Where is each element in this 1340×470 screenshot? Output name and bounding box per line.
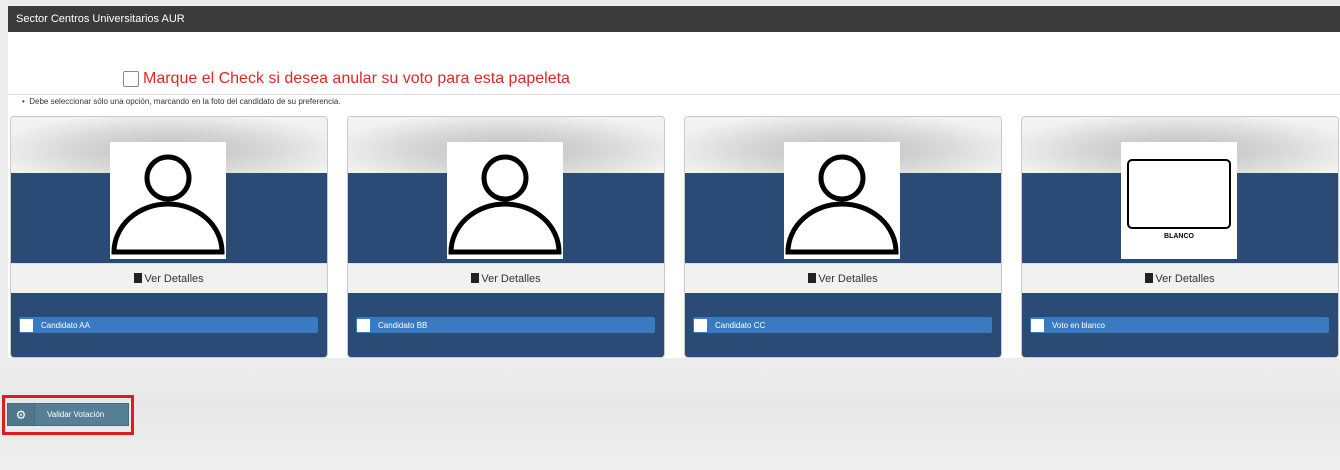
person-avatar-icon: [785, 154, 899, 255]
view-details-label: Ver Detalles: [144, 273, 204, 285]
card-option-band: Voto en blanco: [1022, 293, 1338, 357]
gear-icon: ⚙: [8, 404, 35, 425]
validate-vote-label: Validar Votación: [47, 410, 105, 419]
candidate-photo[interactable]: [447, 142, 563, 259]
view-details-label: Ver Detalles: [481, 273, 541, 285]
blank-ballot-text: BLANCO: [1164, 233, 1194, 240]
candidate-card: Ver Detalles Candidato CC: [684, 116, 1002, 358]
candidate-option-label: Candidato BB: [378, 320, 428, 330]
divider: [8, 94, 1340, 95]
document-icon: [134, 273, 143, 283]
blank-vote-card: BLANCO Ver Detalles Voto en blanco: [1021, 116, 1339, 358]
validate-vote-button[interactable]: ⚙ Validar Votación: [7, 403, 129, 426]
blank-ballot-icon: BLANCO: [1127, 159, 1231, 240]
candidate-photo[interactable]: [784, 142, 900, 259]
candidate-option[interactable]: Candidato AA: [19, 317, 318, 333]
instruction-text: Debe seleccionar sólo una opción, marcan…: [29, 97, 341, 106]
annul-vote-row[interactable]: Marque el Check si desea anular su voto …: [113, 64, 583, 95]
candidate-option-label: Candidato CC: [715, 320, 766, 330]
blank-vote-photo[interactable]: BLANCO: [1121, 142, 1237, 259]
blank-vote-checkbox[interactable]: [1031, 318, 1044, 332]
view-details-link[interactable]: Ver Detalles: [348, 263, 664, 295]
candidate-checkbox[interactable]: [694, 318, 707, 332]
view-details-link[interactable]: Ver Detalles: [1022, 263, 1338, 295]
view-details-link[interactable]: Ver Detalles: [685, 263, 1001, 295]
candidate-option[interactable]: Candidato CC: [693, 317, 992, 333]
view-details-link[interactable]: Ver Detalles: [11, 263, 327, 295]
candidate-card: Ver Detalles Candidato AA: [10, 116, 328, 358]
document-icon: [471, 273, 480, 283]
ballot-panel: Sector Centros Universitarios AUR Marque…: [8, 6, 1340, 358]
person-avatar-icon: [111, 154, 225, 255]
instruction-note: • Debe seleccionar sólo una opción, marc…: [22, 97, 341, 106]
card-option-band: Candidato BB: [348, 293, 664, 357]
candidate-option[interactable]: Candidato BB: [356, 317, 655, 333]
document-icon: [808, 273, 817, 283]
page-background: [0, 360, 1340, 470]
view-details-label: Ver Detalles: [1155, 273, 1215, 285]
person-avatar-icon: [448, 154, 562, 255]
candidate-option-label: Candidato AA: [41, 320, 90, 330]
candidate-checkbox[interactable]: [357, 318, 370, 332]
candidate-checkbox[interactable]: [20, 318, 33, 332]
view-details-label: Ver Detalles: [818, 273, 878, 285]
card-option-band: Candidato AA: [11, 293, 327, 357]
blank-vote-option[interactable]: Voto en blanco: [1030, 317, 1329, 333]
candidate-photo[interactable]: [110, 142, 226, 259]
card-option-band: Candidato CC: [685, 293, 1001, 357]
annul-vote-label: Marque el Check si desea anular su voto …: [143, 70, 570, 87]
document-icon: [1145, 273, 1154, 283]
panel-header: Sector Centros Universitarios AUR: [8, 6, 1340, 32]
blank-vote-option-label: Voto en blanco: [1052, 320, 1105, 330]
candidate-card: Ver Detalles Candidato BB: [347, 116, 665, 358]
annul-vote-checkbox[interactable]: [123, 71, 139, 87]
